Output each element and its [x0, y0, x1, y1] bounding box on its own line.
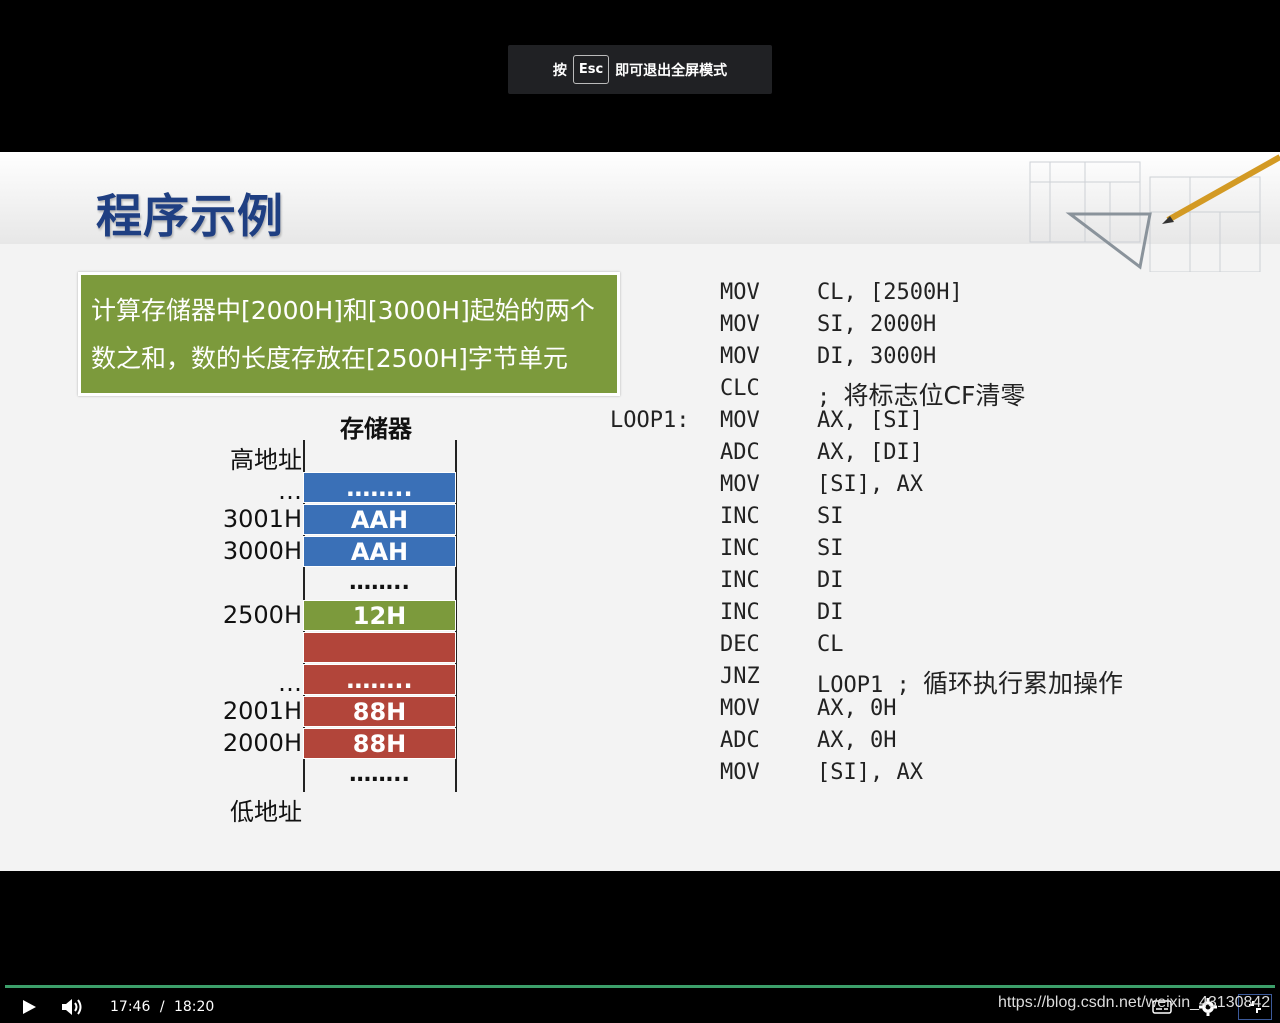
- video-progress-bar[interactable]: [5, 985, 1275, 988]
- address-ellipsis-top: …: [278, 477, 302, 505]
- code-operands: DI: [817, 600, 844, 625]
- address-2500h: 2500H: [222, 601, 302, 629]
- code-opcode: MOV: [720, 760, 760, 785]
- code-operands: DI, 3000H: [817, 344, 936, 369]
- code-args: DI: [817, 600, 844, 625]
- memory-cell-3001h: AAH: [303, 504, 456, 535]
- code-args: [SI], AX: [817, 472, 923, 497]
- pencil-shape: [1166, 154, 1280, 223]
- slide-title: 程序示例: [96, 189, 284, 243]
- address-3001h: 3001H: [222, 505, 302, 533]
- blueprint-pencil-illustration: [1029, 154, 1280, 272]
- memory-cell-3000h: AAH: [303, 536, 456, 567]
- memory-cell-2001h: 88H: [303, 696, 456, 727]
- duration: 18:20: [173, 999, 215, 1015]
- toast-prefix: 按: [552, 62, 567, 79]
- code-opcode: INC: [720, 504, 760, 529]
- memory-gap-ellipsis-1: ……..: [349, 570, 410, 595]
- code-opcode: MOV: [720, 280, 760, 305]
- code-opcode: CLC: [720, 376, 760, 401]
- code-opcode: ADC: [720, 728, 760, 753]
- code-opcode: MOV: [720, 408, 760, 433]
- address-ellipsis-bottom: …: [278, 669, 302, 697]
- time-separator: /: [159, 999, 165, 1015]
- code-args: DI: [817, 568, 844, 593]
- code-args: SI: [817, 536, 844, 561]
- code-args: [SI], AX: [817, 760, 923, 785]
- memory-cell-ellipsis-top: ……..: [303, 472, 456, 503]
- code-args: CL, [2500H]: [817, 280, 963, 305]
- code-args: AX, 0H: [817, 696, 897, 721]
- task-line-1: 计算存储器中[2000H]和[3000H]起始的两个: [91, 296, 595, 325]
- code-opcode: MOV: [720, 312, 760, 337]
- code-operands: DI: [817, 568, 844, 593]
- code-args: DI, 3000H: [817, 344, 937, 369]
- code-operands: SI: [817, 536, 844, 561]
- code-operands: CL: [817, 632, 844, 657]
- code-opcode: MOV: [720, 344, 760, 369]
- code-opcode: INC: [720, 568, 760, 593]
- code-comment: 循环执行累加操作: [922, 669, 1123, 698]
- code-opcode: MOV: [720, 472, 760, 497]
- task-line-2: 数之和，数的长度存放在[2500H]字节单元: [91, 344, 568, 373]
- code-operands: ; 将标志位CF清零: [817, 376, 1025, 412]
- code-label: LOOP1:: [610, 408, 690, 433]
- code-args: CL: [817, 632, 844, 657]
- time-display: 17:46 / 18:20: [110, 999, 214, 1015]
- code-opcode: INC: [720, 600, 760, 625]
- code-args: AX, [DI]: [817, 440, 923, 465]
- code-opcode: JNZ: [720, 664, 760, 689]
- code-opcode: INC: [720, 536, 760, 561]
- fullscreen-toast: 按 Esc 即可退出全屏模式: [508, 45, 772, 94]
- high-address-label: 高地址: [230, 446, 302, 474]
- code-args: AX, 0H: [817, 728, 897, 753]
- code-operands: AX, [DI]: [817, 440, 923, 465]
- memory-title: 存储器: [340, 415, 412, 443]
- code-args: SI, 2000H: [817, 312, 937, 337]
- memory-cell-2500h: 12H: [303, 600, 456, 631]
- code-operands: AX, 0H: [817, 696, 896, 721]
- play-icon[interactable]: [16, 996, 42, 1018]
- video-progress-fill: [5, 985, 1235, 988]
- memory-cell-ellipsis-red: ……..: [303, 664, 456, 695]
- volume-icon[interactable]: [58, 996, 86, 1018]
- code-args: LOOP1 ;: [817, 673, 923, 698]
- video-slide: 程序示例 计算存储器中[2000H]和[3000H]起始的两个 数之和，数的长度…: [0, 152, 1280, 871]
- toast-message: 即可退出全屏模式: [615, 62, 728, 79]
- code-operands: [SI], AX: [817, 472, 923, 497]
- code-operands: SI: [817, 504, 844, 529]
- current-time: 17:46: [110, 999, 151, 1015]
- address-2000h: 2000H: [222, 729, 302, 757]
- code-comment: 将标志位CF清零: [843, 381, 1026, 410]
- esc-key-badge: Esc: [572, 55, 610, 84]
- code-operands: CL, [2500H]: [817, 280, 963, 305]
- code-args: ;: [817, 385, 844, 410]
- memory-cell-2000h: 88H: [303, 728, 456, 759]
- code-opcode: DEC: [720, 632, 760, 657]
- address-3000h: 3000H: [222, 537, 302, 565]
- code-args: AX, [SI]: [817, 408, 923, 433]
- code-operands: LOOP1 ; 循环执行累加操作: [817, 664, 1123, 700]
- code-operands: SI, 2000H: [817, 312, 936, 337]
- memory-gap-ellipsis-2: ……..: [349, 762, 410, 787]
- blog-watermark: https://blog.csdn.net/weixin_43130842: [998, 994, 1271, 1011]
- code-opcode: ADC: [720, 440, 760, 465]
- address-2001h: 2001H: [222, 697, 302, 725]
- code-operands: AX, 0H: [817, 728, 896, 753]
- memory-cell-empty-red: [303, 632, 456, 663]
- code-operands: [SI], AX: [817, 760, 923, 785]
- code-args: SI: [817, 504, 844, 529]
- code-opcode: MOV: [720, 696, 760, 721]
- code-operands: AX, [SI]: [817, 408, 923, 433]
- task-description-box: 计算存储器中[2000H]和[3000H]起始的两个 数之和，数的长度存放在[2…: [78, 272, 620, 396]
- low-address-label: 低地址: [230, 798, 302, 826]
